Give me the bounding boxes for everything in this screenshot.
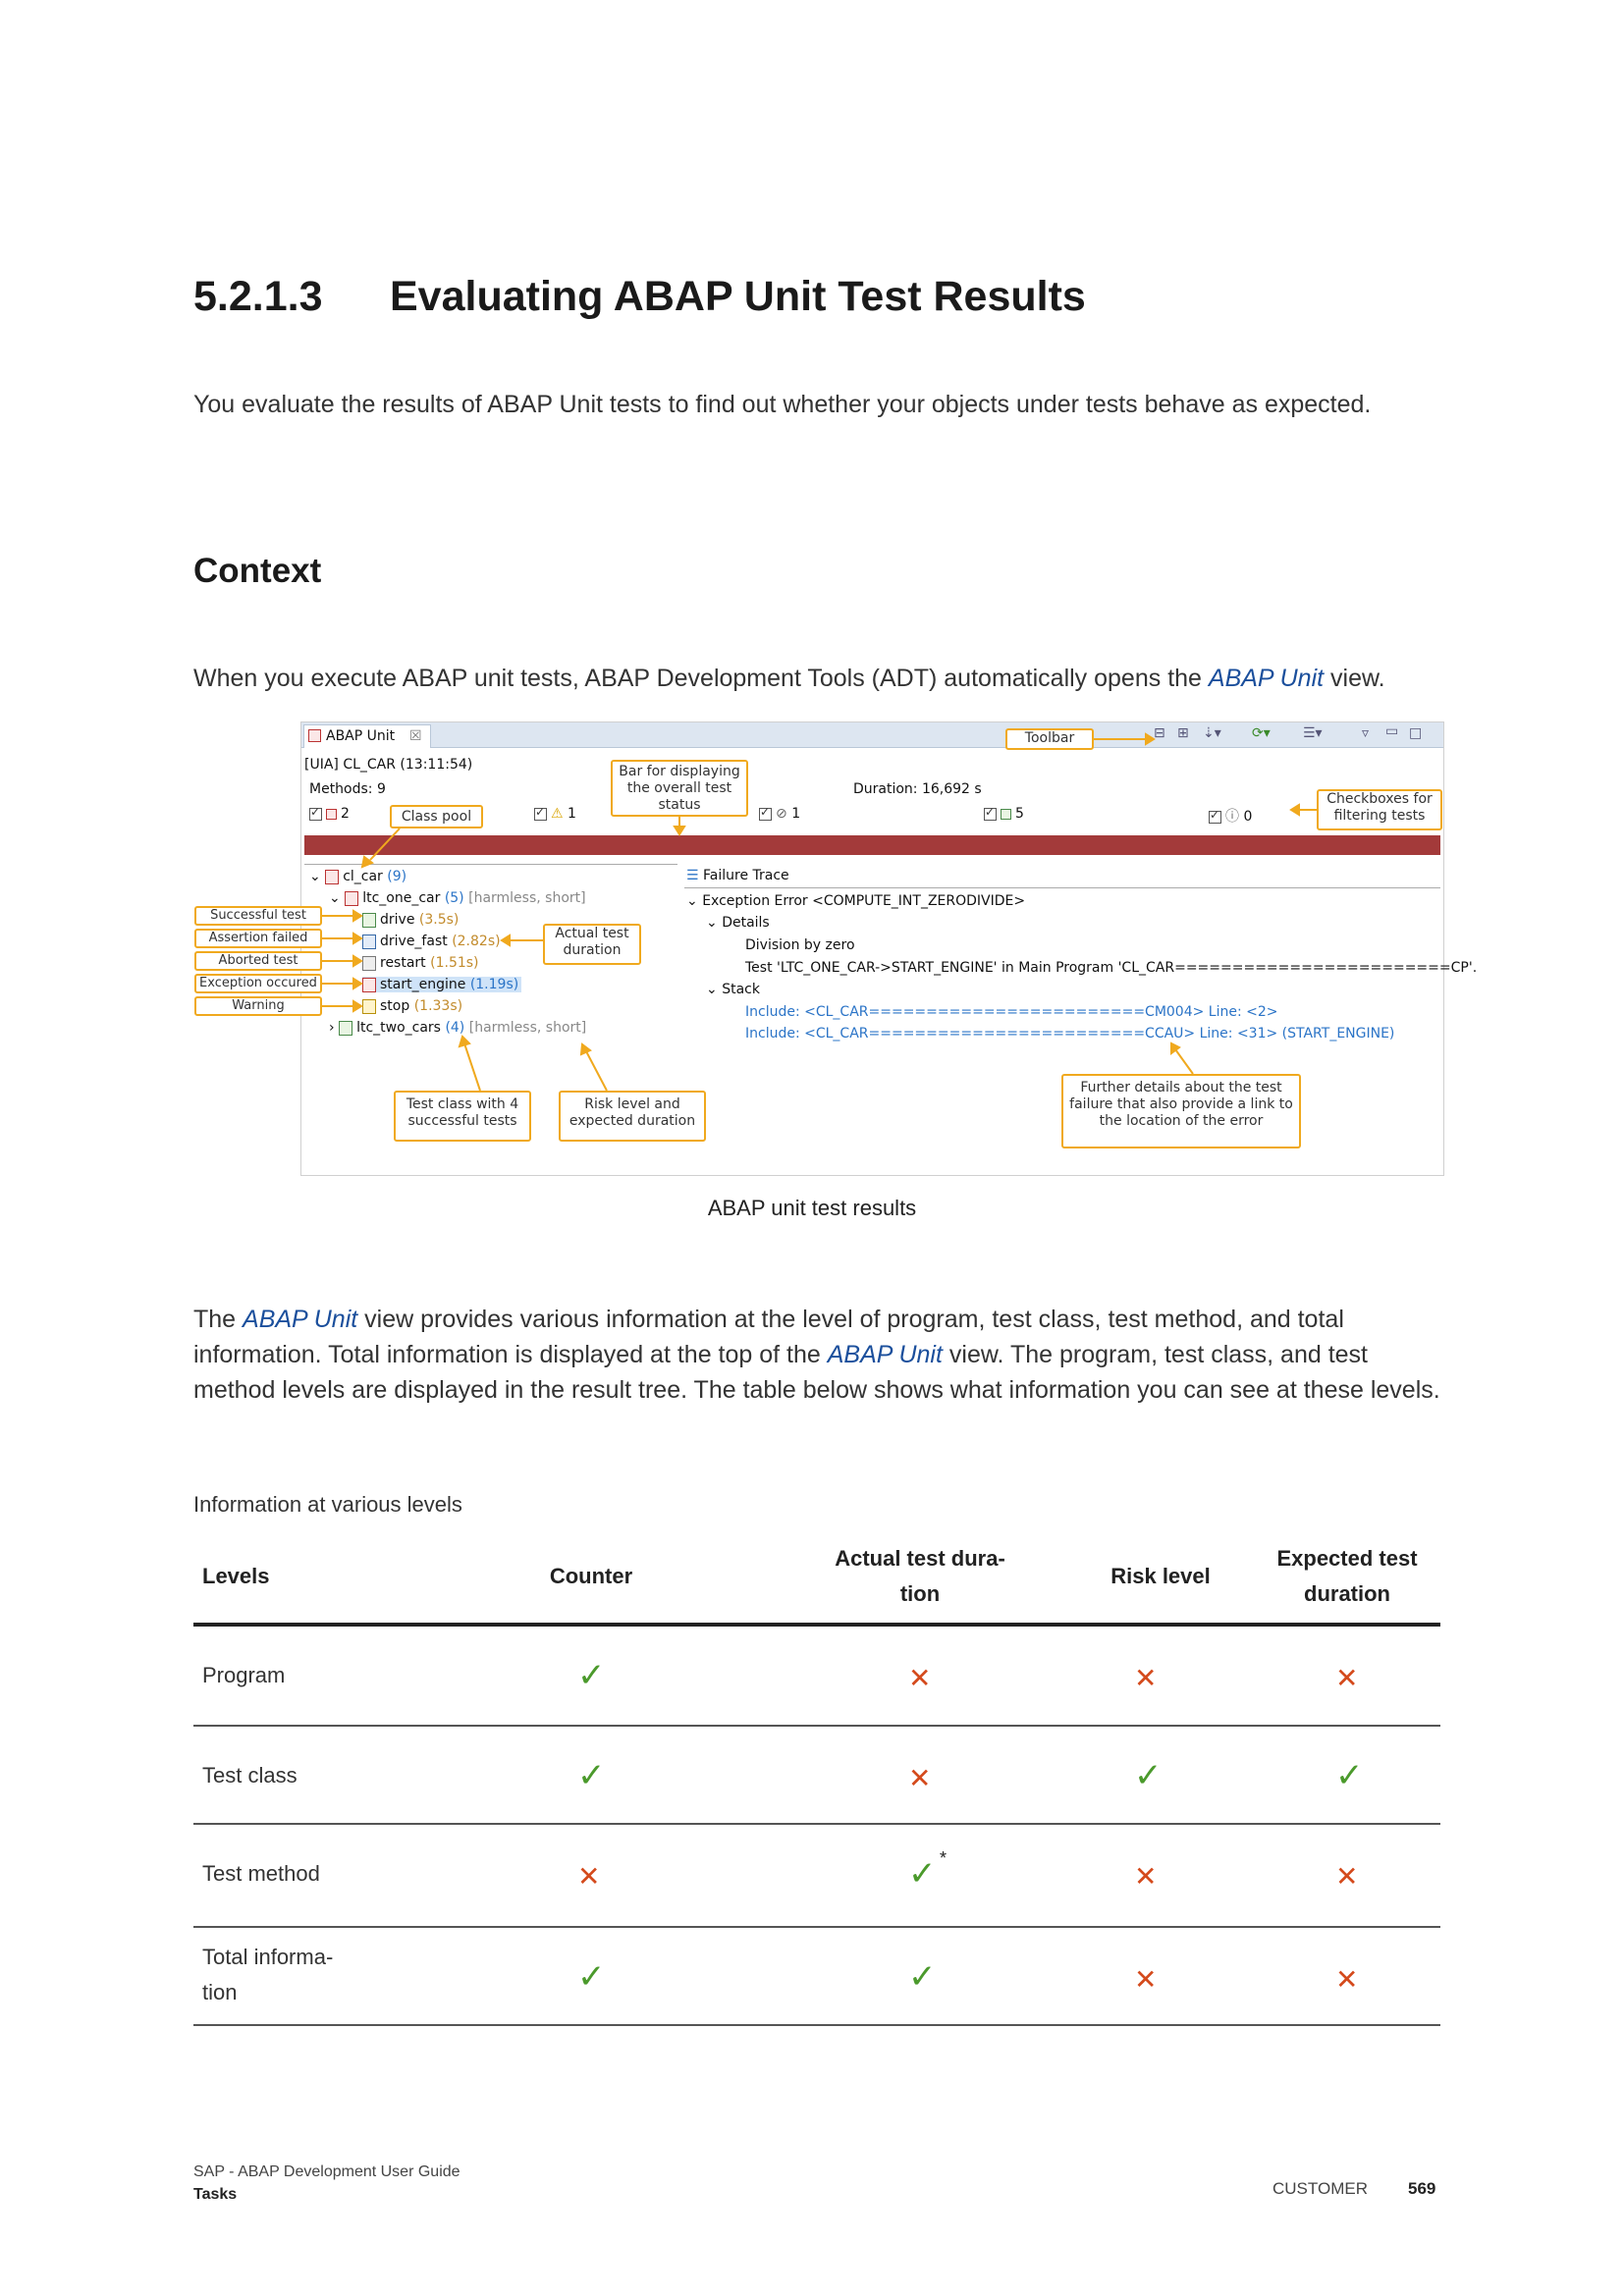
cross-icon: ✕ bbox=[577, 1861, 601, 1892]
footer-left: SAP - ABAP Development User Guide Tasks bbox=[193, 2161, 460, 2206]
levels-table: Levels Counter Actual test dura- tion Ri… bbox=[193, 1533, 1440, 2026]
row-level: Program bbox=[202, 1663, 286, 1687]
callout-aborted: Aborted test bbox=[194, 951, 322, 971]
cross-icon: ✕ bbox=[1134, 1663, 1158, 1693]
abap-unit-link[interactable]: ABAP Unit bbox=[1209, 665, 1324, 692]
context-text-2: view. bbox=[1324, 665, 1385, 692]
check-icon: ✓ bbox=[1335, 1757, 1364, 1794]
callout-exception: Exception occured bbox=[194, 974, 322, 993]
page-number: 569 bbox=[1408, 2179, 1436, 2198]
check-icon: ✓ bbox=[908, 1855, 937, 1893]
abap-unit-link[interactable]: ABAP Unit bbox=[243, 1306, 357, 1333]
cross-icon: ✕ bbox=[908, 1763, 932, 1793]
header-actual-duration: Actual test dura- tion bbox=[835, 1546, 1005, 1606]
check-icon: ✓ bbox=[577, 1958, 606, 1996]
abap-unit-link[interactable]: ABAP Unit bbox=[828, 1341, 943, 1368]
cross-icon: ✕ bbox=[1335, 1663, 1359, 1693]
body-paragraph: The ABAP Unit view provides various info… bbox=[193, 1306, 1440, 1404]
context-text-1: When you execute ABAP unit tests, ABAP D… bbox=[193, 665, 1209, 692]
table-row: Total informa- tion ✓ ✓ ✕ ✕ bbox=[193, 1928, 1440, 2026]
footer-doc-title: SAP - ABAP Development User Guide bbox=[193, 2163, 460, 2180]
row-level: Total informa- tion bbox=[202, 1945, 334, 2004]
check-icon: ✓ bbox=[1134, 1757, 1163, 1794]
header-expected-duration: Expected test duration bbox=[1276, 1546, 1418, 1606]
footnote-marker: * bbox=[940, 1848, 947, 1868]
figure-caption: ABAP unit test results bbox=[707, 1196, 917, 1220]
section-heading: 5.2.1.3 Evaluating ABAP Unit Test Results bbox=[193, 273, 1086, 321]
table-header: Levels Counter Actual test dura- tion Ri… bbox=[193, 1533, 1440, 1627]
context-paragraph: When you execute ABAP unit tests, ABAP D… bbox=[193, 665, 1385, 693]
cross-icon: ✕ bbox=[1335, 1964, 1359, 1995]
cross-icon: ✕ bbox=[1134, 1964, 1158, 1995]
footer-label: CUSTOMER bbox=[1272, 2179, 1368, 2198]
cross-icon: ✕ bbox=[1335, 1861, 1359, 1892]
intro-paragraph: You evaluate the results of ABAP Unit te… bbox=[193, 391, 1372, 418]
table-row: Test class ✓ ✕ ✓ ✓ bbox=[193, 1727, 1440, 1825]
cross-icon: ✕ bbox=[908, 1663, 932, 1693]
header-levels: Levels bbox=[202, 1564, 270, 1588]
check-icon: ✓ bbox=[908, 1958, 937, 1996]
check-icon: ✓ bbox=[577, 1757, 606, 1794]
header-counter: Counter bbox=[549, 1564, 633, 1588]
section-number: 5.2.1.3 bbox=[193, 273, 323, 320]
abap-unit-screenshot: ABAP Unit ☒ ⊟ ⊞ ⇣▾ ⟳▾ ☰▾ ▿ ▭ □ [UIA] CL_… bbox=[300, 721, 1477, 1176]
callout-arrows bbox=[360, 732, 1317, 1092]
callout-arrows-left bbox=[322, 909, 363, 1013]
row-level: Test class bbox=[202, 1763, 298, 1788]
row-level: Test method bbox=[202, 1861, 320, 1886]
section-title: Evaluating ABAP Unit Test Results bbox=[390, 273, 1086, 320]
callout-warning: Warning bbox=[194, 996, 322, 1016]
table-title: Information at various levels bbox=[193, 1492, 462, 1517]
footer-chapter: Tasks bbox=[193, 2186, 238, 2203]
table-row: Program ✓ ✕ ✕ ✕ bbox=[193, 1627, 1440, 1727]
cross-icon: ✕ bbox=[1134, 1861, 1158, 1892]
table-body: Program ✓ ✕ ✕ ✕ Test class ✓ ✕ ✓ ✓ Test method ✕ ✓ * ✕… bbox=[193, 1627, 1440, 2026]
context-heading: Context bbox=[193, 552, 322, 590]
table-row: Test method ✕ ✓ * ✕ ✕ bbox=[193, 1825, 1440, 1928]
check-icon: ✓ bbox=[577, 1657, 606, 1694]
callout-successful: Successful test bbox=[194, 906, 322, 926]
header-risk-level: Risk level bbox=[1110, 1564, 1211, 1588]
callout-assertion: Assertion failed bbox=[194, 929, 322, 948]
